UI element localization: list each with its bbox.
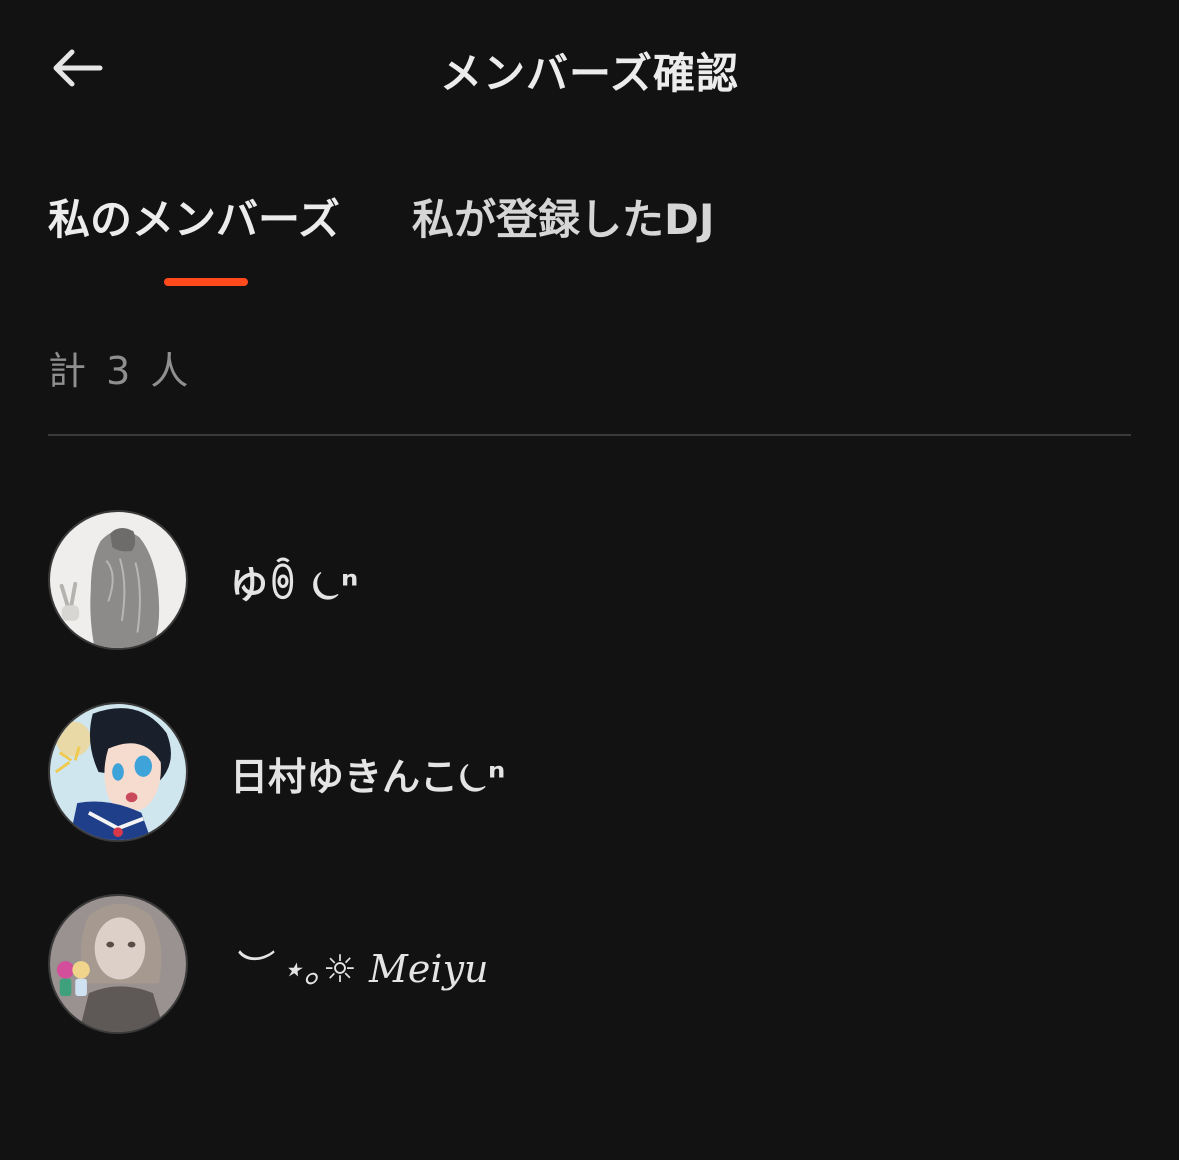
tab-my-members[interactable]: 私のメンバーズ	[48, 186, 340, 247]
avatar	[48, 702, 188, 842]
member-list-item[interactable]: 日村ゆきんこ⏾ⁿ	[48, 702, 1131, 846]
active-tab-indicator	[164, 278, 248, 286]
member-name: 日村ゆきんこ⏾ⁿ	[230, 755, 506, 799]
photo-girl-with-chibi-stickers-avatar	[50, 896, 186, 1032]
tab-registered-dj[interactable]: 私が登録したDJ	[412, 186, 715, 247]
girl-long-hair-sketch-avatar	[50, 512, 186, 648]
member-count: 計 3 人	[48, 349, 193, 393]
page-title: メンバーズ確認	[440, 49, 739, 98]
member-name: ゆꉺ ⏾ⁿ	[230, 563, 359, 607]
member-name: ︶ ⋆｡☼ 𝑀𝑒𝑖𝑦𝑢	[230, 947, 489, 991]
divider	[48, 434, 1131, 436]
member-list-item[interactable]: ゆꉺ ⏾ⁿ	[48, 510, 1131, 654]
avatar	[48, 894, 188, 1034]
app-header: メンバーズ確認	[0, 0, 1179, 140]
anime-girl-sailor-uniform-avatar	[50, 704, 186, 840]
member-list-item[interactable]: ︶ ⋆｡☼ 𝑀𝑒𝑖𝑦𝑢	[48, 894, 1131, 1038]
avatar	[48, 510, 188, 650]
